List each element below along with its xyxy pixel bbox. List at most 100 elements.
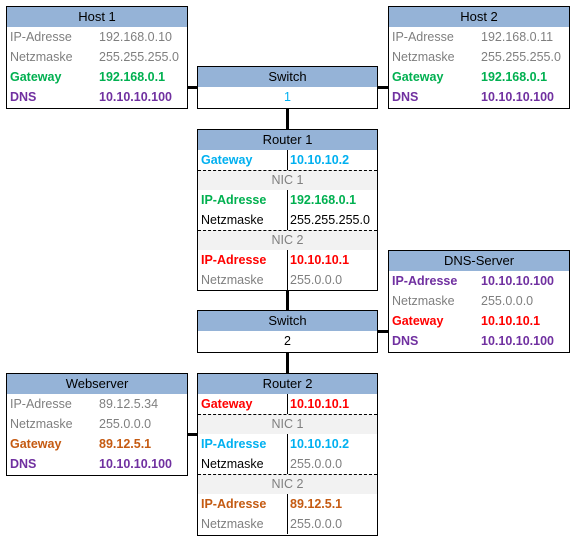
field-label: Netzmaske <box>201 517 264 531</box>
link-switch1-router1 <box>286 108 289 130</box>
field-value: 89.12.5.1 <box>99 437 152 451</box>
box-title: Host 2 <box>389 7 569 27</box>
field-label: Gateway <box>392 70 444 84</box>
box-title: DNS-Server <box>389 251 569 271</box>
field-value: 10.10.10.100 <box>99 457 172 471</box>
field-value: 192.168.0.1 <box>481 70 548 84</box>
field-label: IP-Adresse <box>201 193 267 207</box>
dns-box: DNS-Server IP-Adresse 10.10.10.100 Netzmask… <box>388 250 570 353</box>
field-label: IP-Adresse <box>201 437 267 451</box>
router-title: Router 1 <box>198 130 377 150</box>
field-label: Gateway <box>201 397 253 411</box>
router2-box: Router 2 Gateway 10.10.10.1 NIC 1 IP-Adresse… <box>197 373 378 536</box>
field-value: 89.12.5.34 <box>99 397 159 411</box>
field-row: IP-Adresse 192.168.0.10 <box>7 27 187 47</box>
field-value: 255.255.255.0 <box>481 50 561 64</box>
field-label: IP-Adresse <box>10 397 72 411</box>
switch-number: 2 <box>284 334 291 348</box>
field-row: Gateway 10.10.10.2 <box>198 150 377 170</box>
nic-header: NIC 2 <box>198 230 377 250</box>
switch-title: Switch <box>198 311 377 331</box>
field-row: Gateway 89.12.5.1 <box>7 434 187 454</box>
field-row: Gateway 192.168.0.1 <box>389 67 569 87</box>
field-value: 255.0.0.0 <box>287 514 342 534</box>
field-label: Netzmaske <box>201 273 264 287</box>
link-switch2-router2 <box>286 352 289 374</box>
field-row: Netzmaske 255.255.255.0 <box>198 210 377 230</box>
field-value: 89.12.5.1 <box>287 494 342 514</box>
switch-number: 1 <box>284 90 291 104</box>
field-label: Netzmaske <box>10 50 73 64</box>
field-label: DNS <box>10 457 37 471</box>
field-label: IP-Adresse <box>392 30 454 44</box>
field-value: 255.0.0.0 <box>481 294 534 308</box>
field-label: DNS <box>10 90 37 104</box>
router-title: Router 2 <box>198 374 377 394</box>
field-value: 192.168.0.1 <box>287 190 356 210</box>
field-label: IP-Adresse <box>201 497 267 511</box>
field-value: 10.10.10.2 <box>287 150 349 170</box>
field-value: 10.10.10.1 <box>287 394 349 414</box>
host2-box: Host 2 IP-Adresse 192.168.0.11 Netzmaske 255… <box>388 6 570 109</box>
field-row: Gateway 10.10.10.1 <box>389 311 569 331</box>
nic-header: NIC 2 <box>198 474 377 494</box>
field-row: Netzmaske 255.0.0.0 <box>198 270 377 290</box>
field-value: 10.10.10.100 <box>481 90 554 104</box>
field-label: Netzmaske <box>392 50 455 64</box>
host1-box: Host 1 IP-Adresse 192.168.0.10 Netzmaske 255… <box>6 6 188 109</box>
field-value: 255.255.255.0 <box>99 50 179 64</box>
field-row: IP-Adresse 89.12.5.1 <box>198 494 377 514</box>
field-value: 192.168.0.1 <box>99 70 166 84</box>
field-row: IP-Adresse 192.168.0.1 <box>198 190 377 210</box>
field-value: 10.10.10.1 <box>481 314 541 328</box>
field-row: IP-Adresse 192.168.0.11 <box>389 27 569 47</box>
field-row: DNS 10.10.10.100 <box>389 87 569 107</box>
field-label: IP-Adresse <box>392 274 458 288</box>
field-value: 255.0.0.0 <box>287 454 342 474</box>
field-label: Gateway <box>10 70 62 84</box>
link-router1-switch2 <box>286 290 289 311</box>
web-box: Webserver IP-Adresse 89.12.5.34 Netzmaske 25… <box>6 373 188 476</box>
field-value: 255.0.0.0 <box>287 270 342 290</box>
nic-header: NIC 1 <box>198 170 377 190</box>
field-row: IP-Adresse 89.12.5.34 <box>7 394 187 414</box>
field-label: Netzmaske <box>201 457 264 471</box>
field-row: IP-Adresse 10.10.10.2 <box>198 434 377 454</box>
field-row: DNS 10.10.10.100 <box>7 87 187 107</box>
box-title: Host 1 <box>7 7 187 27</box>
field-label: IP-Adresse <box>201 253 267 267</box>
field-row: Netzmaske 255.0.0.0 <box>198 454 377 474</box>
field-value: 10.10.10.100 <box>99 90 172 104</box>
field-row: Gateway 10.10.10.1 <box>198 394 377 414</box>
field-row: Netzmaske 255.255.255.0 <box>389 47 569 67</box>
field-label: DNS <box>392 90 419 104</box>
field-label: Netzmaske <box>10 417 73 431</box>
nic-header: NIC 1 <box>198 414 377 434</box>
field-row: Netzmaske 255.0.0.0 <box>7 414 187 434</box>
field-label: Netzmaske <box>201 213 264 227</box>
switch2-box: Switch 2 <box>197 310 378 353</box>
switch1-box: Switch 1 <box>197 66 378 109</box>
field-value: 192.168.0.11 <box>481 30 554 44</box>
field-label: Gateway <box>392 314 444 328</box>
box-title: Webserver <box>7 374 187 394</box>
field-value: 255.255.255.0 <box>287 210 370 230</box>
field-label: Netzmaske <box>392 294 455 308</box>
field-label: Gateway <box>10 437 62 451</box>
field-value: 10.10.10.1 <box>287 250 349 270</box>
field-value: 255.0.0.0 <box>99 417 152 431</box>
router1-box: Router 1 Gateway 10.10.10.2 NIC 1 IP-Adresse… <box>197 129 378 291</box>
field-label: Gateway <box>201 153 253 167</box>
field-value: 10.10.10.2 <box>287 434 349 454</box>
field-row: IP-Adresse 10.10.10.1 <box>198 250 377 270</box>
field-value: 192.168.0.10 <box>99 30 172 44</box>
field-row: Netzmaske 255.0.0.0 <box>198 514 377 534</box>
field-row: Gateway 192.168.0.1 <box>7 67 187 87</box>
field-row: DNS 10.10.10.100 <box>389 331 569 351</box>
field-row: Netzmaske 255.0.0.0 <box>389 291 569 311</box>
field-row: IP-Adresse 10.10.10.100 <box>389 271 569 291</box>
switch-title: Switch <box>198 67 377 87</box>
field-value: 10.10.10.100 <box>481 334 554 348</box>
field-row: DNS 10.10.10.100 <box>7 454 187 474</box>
field-row: Netzmaske 255.255.255.0 <box>7 47 187 67</box>
